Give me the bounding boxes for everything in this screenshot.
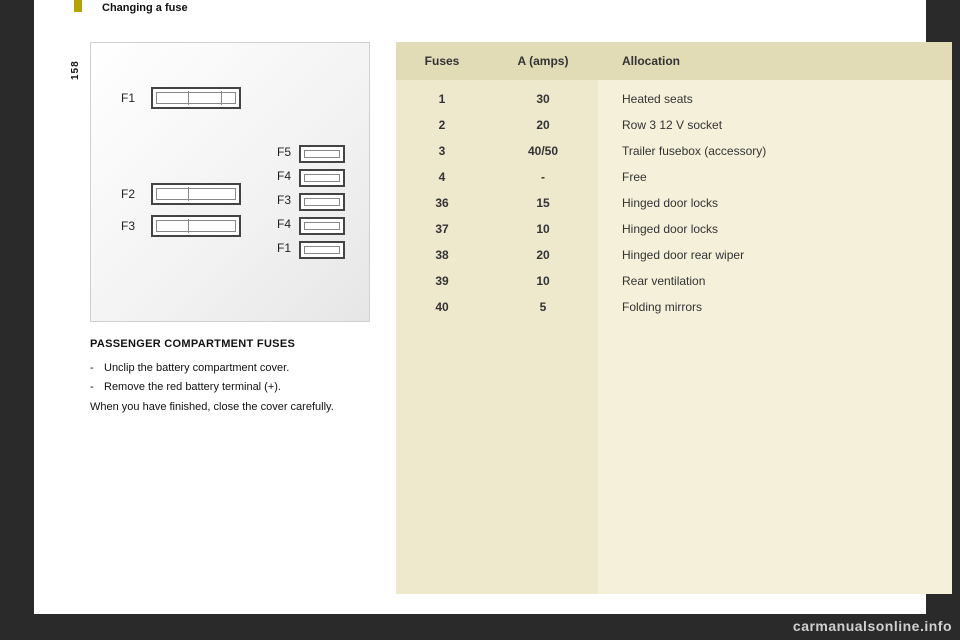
col-header-fuses: Fuses	[396, 54, 488, 68]
cell-fuse: 36	[396, 190, 488, 216]
cell-fuse: 2	[396, 112, 488, 138]
cell-allocation: Hinged door locks	[622, 190, 952, 216]
cell-fuse: 39	[396, 268, 488, 294]
amps-column: 30 20 40/50 - 15 10 20 10 5	[488, 80, 598, 594]
table-body: 1 2 3 4 36 37 38 39 40 30 20 40/5	[396, 80, 952, 594]
section-title: PASSENGER COMPARTMENT FUSES	[90, 338, 380, 350]
cell-fuse: 40	[396, 294, 488, 320]
fuse-label: F3	[277, 193, 291, 207]
cell-allocation: Rear ventilation	[622, 268, 952, 294]
cell-allocation: Hinged door locks	[622, 216, 952, 242]
fuse-label: F1	[121, 91, 135, 105]
cell-allocation: Row 3 12 V socket	[622, 112, 952, 138]
instruction-closing: When you have finished, close the cover …	[90, 399, 380, 416]
instructions-text: -Unclip the battery compartment cover. -…	[90, 360, 380, 416]
cell-fuse: 1	[396, 86, 488, 112]
fuse-box-small	[299, 145, 345, 163]
page-number: 158	[70, 60, 81, 80]
instruction-text: Remove the red battery terminal (+).	[104, 381, 281, 393]
fuse-box-small	[299, 241, 345, 259]
cell-fuse: 4	[396, 164, 488, 190]
page-header: Changing a fuse	[102, 2, 188, 14]
cell-amps: 20	[488, 112, 598, 138]
cell-amps: 10	[488, 216, 598, 242]
fuse-label: F3	[121, 219, 135, 233]
watermark: carmanualsonline.info	[793, 618, 952, 634]
cell-allocation: Free	[622, 164, 952, 190]
allocation-column: Heated seats Row 3 12 V socket Trailer f…	[598, 80, 952, 594]
cell-fuse: 3	[396, 138, 488, 164]
cell-fuse: 38	[396, 242, 488, 268]
fuse-box-small	[299, 169, 345, 187]
fuse-box-small	[299, 217, 345, 235]
fuse-label: F1	[277, 241, 291, 255]
cell-amps: 40/50	[488, 138, 598, 164]
col-header-amps: A (amps)	[488, 54, 598, 68]
cell-amps: 30	[488, 86, 598, 112]
cell-amps: -	[488, 164, 598, 190]
fuse-diagram: F1 F2 F3 F5 F4 F3 F4 F1	[90, 42, 370, 322]
cell-allocation: Heated seats	[622, 86, 952, 112]
fuse-label: F4	[277, 169, 291, 183]
instruction-text: Unclip the battery compartment cover.	[104, 362, 289, 374]
fuse-number-column: 1 2 3 4 36 37 38 39 40	[396, 80, 488, 594]
cell-fuse: 37	[396, 216, 488, 242]
cell-amps: 10	[488, 268, 598, 294]
col-header-allocation: Allocation	[598, 54, 952, 68]
fuse-box-f3	[151, 215, 241, 237]
cell-amps: 15	[488, 190, 598, 216]
fuse-label: F4	[277, 217, 291, 231]
cell-allocation: Hinged door rear wiper	[622, 242, 952, 268]
table-body-left: 1 2 3 4 36 37 38 39 40 30 20 40/5	[396, 80, 598, 594]
manual-page: Changing a fuse 158 F1 F2 F3 F5 F4 F3	[34, 0, 926, 614]
table-header-row: Fuses A (amps) Allocation	[396, 42, 952, 80]
section-marker	[74, 0, 82, 12]
instruction-item: -Unclip the battery compartment cover.	[90, 360, 380, 377]
cell-allocation: Trailer fusebox (accessory)	[622, 138, 952, 164]
cell-amps: 5	[488, 294, 598, 320]
fuse-box-f2	[151, 183, 241, 205]
fuse-label: F2	[121, 187, 135, 201]
fuse-label: F5	[277, 145, 291, 159]
stage: Changing a fuse 158 F1 F2 F3 F5 F4 F3	[0, 0, 960, 640]
fuse-box-small	[299, 193, 345, 211]
fuse-box-f1	[151, 87, 241, 109]
fuse-table: Fuses A (amps) Allocation 1 2 3 4 36 37 …	[396, 42, 952, 594]
cell-amps: 20	[488, 242, 598, 268]
instruction-item: -Remove the red battery terminal (+).	[90, 379, 380, 396]
cell-allocation: Folding mirrors	[622, 294, 952, 320]
